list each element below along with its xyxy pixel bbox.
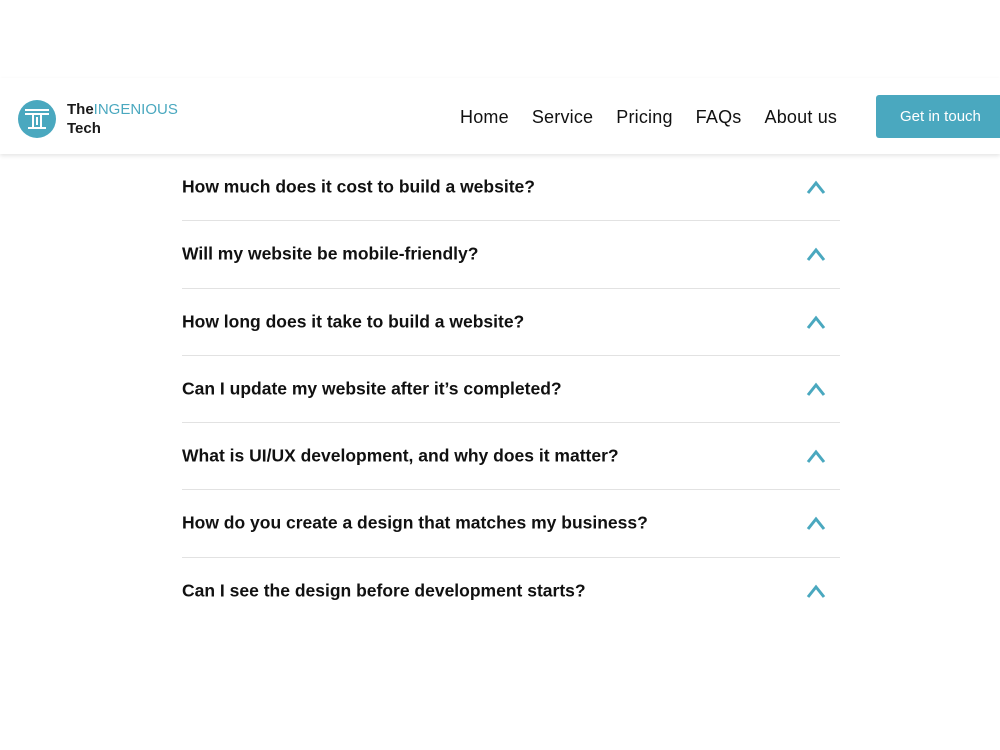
faq-item[interactable]: Can I see the design before development … — [182, 558, 840, 616]
faq-question: What is UI/UX development, and why does … — [182, 445, 619, 466]
chevron-up-icon[interactable] — [805, 245, 827, 263]
brand-logo[interactable]: TheINGENIOUS Tech — [17, 99, 178, 139]
faq-item[interactable]: Will my website be mobile-friendly? — [182, 221, 840, 289]
nav-faqs[interactable]: FAQs — [696, 106, 742, 128]
nav-pricing[interactable]: Pricing — [616, 106, 672, 128]
faq-item[interactable]: How much does it cost to build a website… — [182, 154, 840, 222]
faq-item[interactable]: Can I update my website after it’s compl… — [182, 356, 840, 424]
brand-name: TheINGENIOUS Tech — [67, 100, 178, 138]
brand-name-prefix: The — [67, 101, 94, 118]
faq-list: How much does it cost to build a website… — [182, 154, 840, 616]
faq-question: Can I update my website after it’s compl… — [182, 378, 562, 399]
chevron-up-icon[interactable] — [805, 178, 827, 196]
chevron-up-icon[interactable] — [805, 447, 827, 465]
brand-name-highlight: INGENIOUS — [93, 101, 178, 118]
faq-question: Can I see the design before development … — [182, 580, 586, 601]
faq-question: How do you create a design that matches … — [182, 512, 648, 533]
ti-monogram-logo-icon — [18, 100, 56, 138]
chevron-up-icon[interactable] — [805, 380, 827, 398]
nav-home[interactable]: Home — [460, 106, 509, 128]
faq-item[interactable]: How long does it take to build a website… — [182, 289, 840, 356]
chevron-up-icon[interactable] — [805, 313, 827, 331]
faq-item[interactable]: What is UI/UX development, and why does … — [182, 423, 840, 491]
nav-service[interactable]: Service — [532, 106, 593, 128]
chevron-up-icon[interactable] — [805, 582, 827, 600]
faq-question: How much does it cost to build a website… — [182, 176, 535, 197]
main-nav: Home Service Pricing FAQs About us — [460, 106, 860, 128]
content-fade — [0, 612, 1000, 622]
faq-question: How long does it take to build a website… — [182, 311, 525, 332]
site-header: TheINGENIOUS Tech Home Service Pricing F… — [0, 78, 1000, 154]
nav-about-us[interactable]: About us — [764, 106, 837, 128]
get-in-touch-button[interactable]: Get in touch — [876, 95, 1000, 138]
faq-item[interactable]: How do you create a design that matches … — [182, 490, 840, 558]
brand-name-suffix: Tech — [67, 120, 101, 137]
faq-question: Will my website be mobile-friendly? — [182, 243, 479, 264]
chevron-up-icon[interactable] — [805, 514, 827, 532]
